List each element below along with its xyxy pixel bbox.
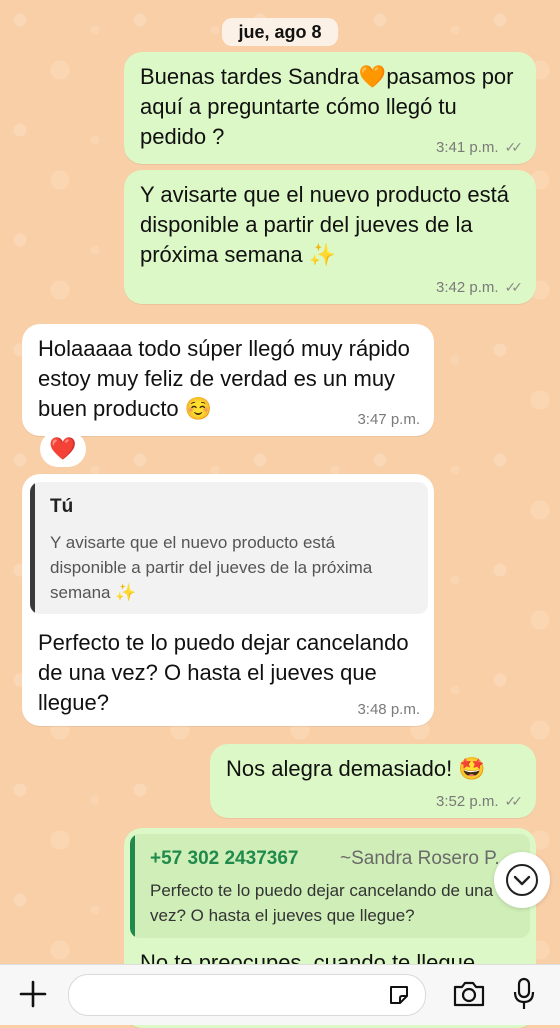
sticker-icon[interactable] [387, 983, 411, 1007]
message-text: Holaaaaa todo súper llegó muy rápido est… [38, 336, 410, 421]
message-bubble-outgoing[interactable]: Buenas tardes Sandra🧡pasamos por aquí a … [124, 52, 536, 164]
quoted-message[interactable]: +57 302 2437367 ~Sandra Rosero P. Perfec… [130, 834, 530, 938]
chevron-down-icon [506, 864, 538, 896]
double-check-icon: ✓✓ [504, 793, 524, 809]
composer-bar [0, 964, 560, 1025]
quote-bar [130, 834, 135, 938]
message-input[interactable] [68, 974, 426, 1016]
attach-button[interactable] [16, 977, 50, 1011]
message-meta: 3:42 p.m. ✓✓ [435, 279, 524, 296]
quote-text: Perfecto te lo puedo dejar cancelando de… [150, 881, 494, 925]
scroll-down-button[interactable] [494, 852, 550, 908]
camera-icon[interactable] [452, 979, 486, 1009]
message-meta: 3:41 p.m. ✓✓ [435, 139, 524, 156]
message-meta: 3:47 p.m. [357, 411, 420, 428]
message-time: 3:52 p.m. [435, 793, 499, 810]
quote-bar [30, 482, 35, 614]
message-time: 3:42 p.m. [435, 279, 499, 296]
date-chip: jue, ago 8 [222, 18, 338, 46]
message-time: 3:41 p.m. [435, 139, 499, 156]
message-bubble-outgoing[interactable]: Y avisarte que el nuevo producto está di… [124, 170, 536, 304]
message-meta: 3:52 p.m. ✓✓ [435, 793, 524, 810]
quoted-message[interactable]: Tú Y avisarte que el nuevo producto está… [30, 482, 428, 614]
message-text: Nos alegra demasiado! 🤩 [226, 756, 486, 781]
heart-reaction[interactable]: ❤️ [40, 431, 86, 467]
message-text: Y avisarte que el nuevo producto está di… [140, 182, 509, 267]
quote-sender: +57 302 2437367 [150, 848, 299, 869]
message-time: 3:48 p.m. [357, 701, 420, 718]
message-meta: 3:48 p.m. [357, 701, 420, 718]
message-text: Buenas tardes Sandra🧡pasamos por aquí a … [140, 64, 514, 149]
message-bubble-incoming[interactable]: Holaaaaa todo súper llegó muy rápido est… [22, 324, 434, 436]
quote-sender: Tú [50, 496, 74, 517]
message-time: 3:47 p.m. [357, 411, 420, 428]
message-bubble-incoming[interactable]: Tú Y avisarte que el nuevo producto está… [22, 474, 434, 726]
quote-sender-name: ~Sandra Rosero P. [340, 848, 500, 869]
message-bubble-outgoing[interactable]: Nos alegra demasiado! 🤩 3:52 p.m. ✓✓ [210, 744, 536, 818]
double-check-icon: ✓✓ [504, 139, 524, 155]
quote-text: Y avisarte que el nuevo producto está di… [50, 533, 373, 602]
mic-icon[interactable] [512, 977, 536, 1011]
plus-icon [19, 980, 47, 1008]
double-check-icon: ✓✓ [504, 279, 524, 295]
